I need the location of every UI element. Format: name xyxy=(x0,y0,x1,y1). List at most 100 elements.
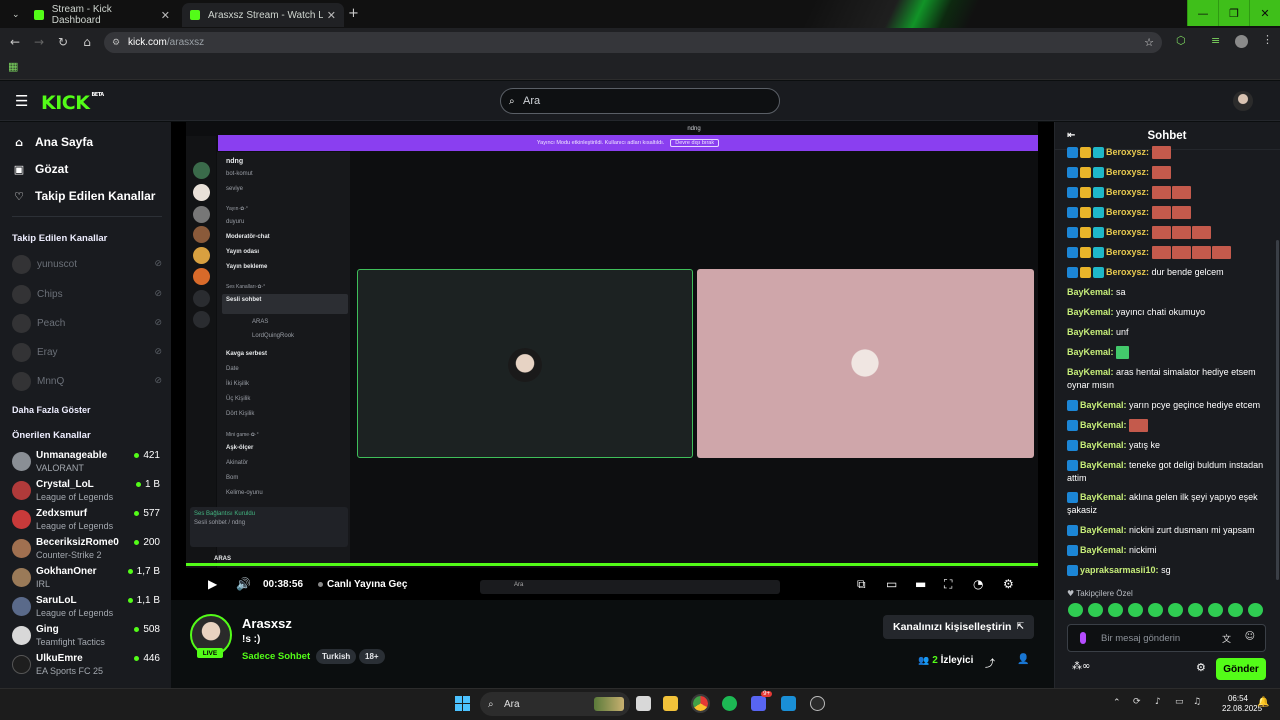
fullscreen-icon[interactable]: ⛶ xyxy=(944,577,952,592)
chat-username[interactable]: BayKemal: xyxy=(1067,327,1114,337)
tag-turkish[interactable]: Turkish xyxy=(316,649,357,664)
streamer-name[interactable]: Arasxsz xyxy=(242,616,292,631)
kick-logo[interactable]: KICK BETA xyxy=(41,92,104,114)
kick-points-icon[interactable]: ⁂∞ xyxy=(1072,661,1090,672)
task-view-icon[interactable] xyxy=(636,696,651,711)
media-control-icon[interactable]: ≡ xyxy=(1211,34,1220,47)
chat-username[interactable]: BayKemal: xyxy=(1067,287,1114,297)
discord-channel[interactable]: Yayın bekleme xyxy=(226,264,267,270)
chat-emote-icon[interactable] xyxy=(1151,186,1171,200)
sidebar-item-browse[interactable]: ▣ Gözat xyxy=(12,159,69,179)
chat-scrollbar[interactable] xyxy=(1276,240,1279,580)
chat-username[interactable]: BayKemal: xyxy=(1080,420,1127,430)
sidebar-item-home[interactable]: ⌂ Ana Sayfa xyxy=(12,132,93,152)
miniplayer-icon[interactable]: ⧉ xyxy=(857,577,866,592)
emote-icon[interactable] xyxy=(1108,603,1123,617)
close-window-icon[interactable]: ✕ xyxy=(1249,0,1280,26)
discord-channel[interactable]: Üç Kişilik xyxy=(226,396,250,402)
verified-badge-icon[interactable] xyxy=(1067,525,1078,537)
chat-emote-icon[interactable] xyxy=(1171,246,1191,260)
verified-badge-icon[interactable] xyxy=(1067,492,1078,504)
chat-username[interactable]: Beroxysz: xyxy=(1106,227,1149,237)
chat-username[interactable]: Beroxysz: xyxy=(1106,207,1149,217)
home-browser-icon[interactable]: ⌂ xyxy=(75,35,99,49)
discord-channel[interactable]: Date xyxy=(226,366,239,372)
go-live-button[interactable]: Canlı Yayına Geç xyxy=(318,579,407,590)
chat-emote-icon[interactable] xyxy=(1151,246,1171,260)
verified-badge-icon[interactable] xyxy=(1067,247,1078,259)
chat-username[interactable]: Beroxysz: xyxy=(1106,187,1149,197)
following-channel[interactable]: Chips ⊘ xyxy=(12,283,162,305)
emote-icon[interactable] xyxy=(1148,603,1163,617)
chat-emote-icon[interactable] xyxy=(1171,206,1191,220)
verified-badge-icon[interactable] xyxy=(1067,565,1078,577)
following-channel[interactable]: MnnQ ⊘ xyxy=(12,370,162,392)
voice-member[interactable]: LordQuingRook xyxy=(252,333,294,339)
discord-channel[interactable]: Kavga serbest xyxy=(226,351,267,357)
verified-badge-icon[interactable] xyxy=(1067,460,1078,472)
play-icon[interactable]: ▶ xyxy=(208,577,217,591)
show-more-link[interactable]: Daha Fazla Göster xyxy=(12,405,91,415)
steam-icon[interactable] xyxy=(781,696,796,711)
discord-category[interactable]: Mini game·✿·° xyxy=(226,432,259,438)
crown-badge-icon[interactable] xyxy=(1080,207,1091,219)
server-icon[interactable] xyxy=(193,162,210,179)
taskbar-clock[interactable]: 06:54 22.08.2025 xyxy=(1222,694,1262,714)
video-progress-bar[interactable] xyxy=(186,563,1038,566)
chat-username[interactable]: Beroxysz: xyxy=(1106,247,1149,257)
chat-username[interactable]: Beroxysz: xyxy=(1106,167,1149,177)
emote-icon[interactable] xyxy=(1188,603,1203,617)
discord-channel[interactable]: bot-komut xyxy=(226,171,253,177)
translate-icon[interactable]: 文 xyxy=(1222,632,1231,645)
chat-emote-icon[interactable] xyxy=(1171,226,1191,240)
emote-icon[interactable] xyxy=(1068,603,1083,617)
chat-username[interactable]: BayKemal: xyxy=(1067,367,1114,377)
subscriber-badge-icon[interactable] xyxy=(1093,167,1104,179)
crown-badge-icon[interactable] xyxy=(1080,227,1091,239)
server-icon[interactable] xyxy=(193,184,210,201)
chat-emote-icon[interactable] xyxy=(1129,419,1149,433)
chat-username[interactable]: BayKemal: xyxy=(1067,347,1114,357)
emote-icon[interactable] xyxy=(1208,603,1223,617)
apps-grid-icon[interactable]: ▦ xyxy=(8,60,18,73)
forward-icon[interactable]: → xyxy=(27,35,51,49)
new-tab-icon[interactable]: + xyxy=(348,6,359,21)
chat-emote-icon[interactable] xyxy=(1191,246,1211,260)
chat-emote-icon[interactable] xyxy=(1211,246,1231,260)
discord-channel[interactable]: Sesli sohbet xyxy=(226,297,261,303)
crown-badge-icon[interactable] xyxy=(1080,147,1091,159)
chat-emote-icon[interactable] xyxy=(1151,226,1171,240)
browser-menu-icon[interactable]: ⋮ xyxy=(1262,33,1273,46)
emoji-icon[interactable]: ☺ xyxy=(1245,631,1255,642)
server-icon[interactable] xyxy=(193,206,210,223)
verified-badge-icon[interactable] xyxy=(1067,167,1078,179)
chat-emote-icon[interactable] xyxy=(1151,206,1171,220)
server-icon[interactable] xyxy=(193,268,210,285)
chat-username[interactable]: BayKemal: xyxy=(1080,492,1127,502)
discord-channel[interactable]: Moderatör-chat xyxy=(226,234,270,240)
chat-username[interactable]: BayKemal: xyxy=(1080,545,1127,555)
tag-18plus[interactable]: 18+ xyxy=(359,649,385,664)
chat-username[interactable]: yapraksarmasii10: xyxy=(1080,565,1159,575)
following-channel[interactable]: yunuscot ⊘ xyxy=(12,253,162,275)
profile-avatar[interactable] xyxy=(1235,35,1248,48)
discord-channel[interactable]: duyuru xyxy=(226,219,244,225)
chat-emote-icon[interactable] xyxy=(1151,146,1171,160)
video-tile-aras[interactable] xyxy=(357,269,693,458)
recommended-channel[interactable]: Crystal_LoL League of Legends 1 B xyxy=(12,477,160,507)
chat-emote-icon[interactable] xyxy=(1171,186,1191,200)
subscriber-badge-icon[interactable] xyxy=(1093,267,1104,279)
maximize-icon[interactable]: ❐ xyxy=(1218,0,1249,26)
following-channel[interactable]: Peach ⊘ xyxy=(12,312,162,334)
verified-badge-icon[interactable] xyxy=(1067,207,1078,219)
chat-emote-icon[interactable] xyxy=(1116,346,1130,360)
chat-username[interactable]: Beroxysz: xyxy=(1106,267,1149,277)
notifications-bell-icon[interactable]: 🔔 xyxy=(1257,697,1269,708)
verified-badge-icon[interactable] xyxy=(1067,187,1078,199)
spotify-icon[interactable] xyxy=(722,696,737,711)
discord-channel[interactable]: İki Kişilik xyxy=(226,381,249,387)
subscriber-badge-icon[interactable] xyxy=(1093,187,1104,199)
subscriber-badge-icon[interactable] xyxy=(1093,227,1104,239)
chat-username[interactable]: BayKemal: xyxy=(1080,525,1127,535)
server-icon[interactable] xyxy=(193,247,210,264)
